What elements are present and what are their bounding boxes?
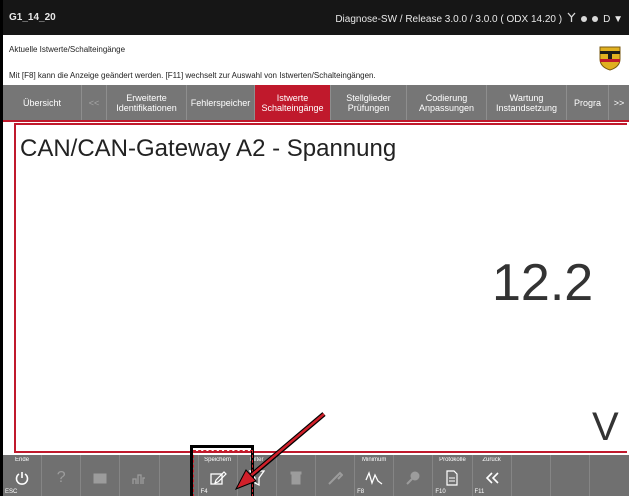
scroll-left-label: <<: [88, 97, 100, 108]
tab-extended-identification[interactable]: Erweiterte Identifikationen: [107, 85, 187, 120]
title-menu-button[interactable]: D ▼: [603, 14, 623, 25]
fkey-filter[interactable]: Filter: [238, 455, 277, 496]
fkey-help[interactable]: ?: [42, 455, 82, 496]
tab-bar: Übersicht << Erweiterte Identifikationen…: [3, 85, 629, 122]
fkey-disabled-2[interactable]: [120, 455, 160, 496]
diagnostic-window: G1_14_20 Diagnose-SW / Release 3.0.0 / 3…: [0, 0, 629, 496]
fkey-disabled-6[interactable]: [590, 455, 629, 496]
fkey-shortcut: F10: [435, 489, 446, 495]
power-icon: [12, 468, 32, 488]
crest-logo: [599, 45, 621, 71]
fkey-end[interactable]: Ende ESC: [3, 455, 43, 496]
save-edit-icon: [208, 468, 228, 488]
tab-actuators[interactable]: Stellglieder Prüfungen: [331, 85, 407, 120]
tab-scroll-right[interactable]: >>: [609, 85, 629, 120]
box-icon: [90, 468, 110, 488]
fkey-delete[interactable]: [277, 455, 316, 496]
fkey-disabled-3[interactable]: [160, 455, 199, 496]
fkey-shortcut: F11: [474, 489, 485, 495]
fkey-back[interactable]: Zurück F11: [473, 455, 512, 496]
help-icon: ?: [56, 469, 66, 486]
filter-icon: [247, 468, 267, 488]
document-icon: [442, 468, 462, 488]
fkey-disabled-1[interactable]: [81, 455, 121, 496]
bar-chart-icon: [129, 468, 149, 488]
fkey-disabled-4[interactable]: [512, 455, 551, 496]
tab-programming[interactable]: Progra: [567, 85, 609, 120]
fkey-diagnostic[interactable]: [394, 455, 434, 496]
fkey-label: Zurück: [482, 457, 501, 463]
back-icon: [482, 468, 502, 488]
tool-icon: [325, 468, 345, 488]
fkey-label: Ende: [15, 457, 30, 463]
voltage-unit: V: [592, 405, 619, 449]
status-dot-icon: [592, 16, 599, 22]
title-bar: G1_14_20 Diagnose-SW / Release 3.0.0 / 3…: [3, 0, 629, 35]
instruction-text: Mit [F8] kann die Anzeige geändert werde…: [9, 71, 376, 80]
function-key-bar: Ende ESC ? Speichern F4 Filter Minimum F…: [3, 455, 629, 496]
fkey-shortcut: F4: [200, 489, 208, 495]
tab-fault-memory[interactable]: Fehlerspeicher: [187, 85, 255, 120]
fkey-disabled-5[interactable]: [551, 455, 590, 496]
fkey-minimum[interactable]: Minimum F8: [355, 455, 395, 496]
voltage-value: 12.2: [492, 254, 594, 312]
tab-maintenance[interactable]: Wartung Instandsetzung: [487, 85, 567, 120]
fkey-tool[interactable]: [316, 455, 356, 496]
info-area: Aktuelle Istwerte/Schalteingänge Mit [F8…: [3, 35, 629, 85]
status-dot-icon: [581, 16, 588, 22]
fkey-protocols[interactable]: Protokolle F10: [433, 455, 473, 496]
tab-overview[interactable]: Übersicht: [3, 85, 82, 120]
fkey-label: Speichern: [204, 457, 232, 463]
fkey-save[interactable]: Speichern F4: [199, 455, 238, 496]
screen-title: Aktuelle Istwerte/Schalteingänge: [9, 45, 126, 54]
signal-heading: CAN/CAN-Gateway A2 - Spannung: [20, 135, 397, 162]
fkey-shortcut: F8: [357, 489, 365, 495]
diagnostic-icon: [403, 468, 423, 488]
fkey-label: Protokolle: [439, 457, 466, 463]
tab-coding[interactable]: Codierung Anpassungen: [407, 85, 487, 120]
title-status: Diagnose-SW / Release 3.0.0 / 3.0.0 ( OD…: [335, 12, 623, 26]
release-info: Diagnose-SW / Release 3.0.0 / 3.0.0 ( OD…: [335, 13, 563, 25]
value-display: CAN/CAN-Gateway A2 - Spannung 12.2 V: [14, 123, 627, 453]
fkey-label: Filter: [250, 457, 264, 463]
waveform-icon: [364, 468, 384, 488]
fkey-shortcut: ESC: [5, 489, 18, 495]
antenna-icon: [567, 12, 576, 26]
trash-icon: [286, 468, 306, 488]
session-id: G1_14_20: [9, 12, 56, 23]
tab-scroll-left[interactable]: <<: [82, 85, 107, 120]
fkey-label: Minimum: [362, 457, 387, 463]
tab-actual-values[interactable]: Istwerte Schalteingänge: [255, 85, 331, 120]
